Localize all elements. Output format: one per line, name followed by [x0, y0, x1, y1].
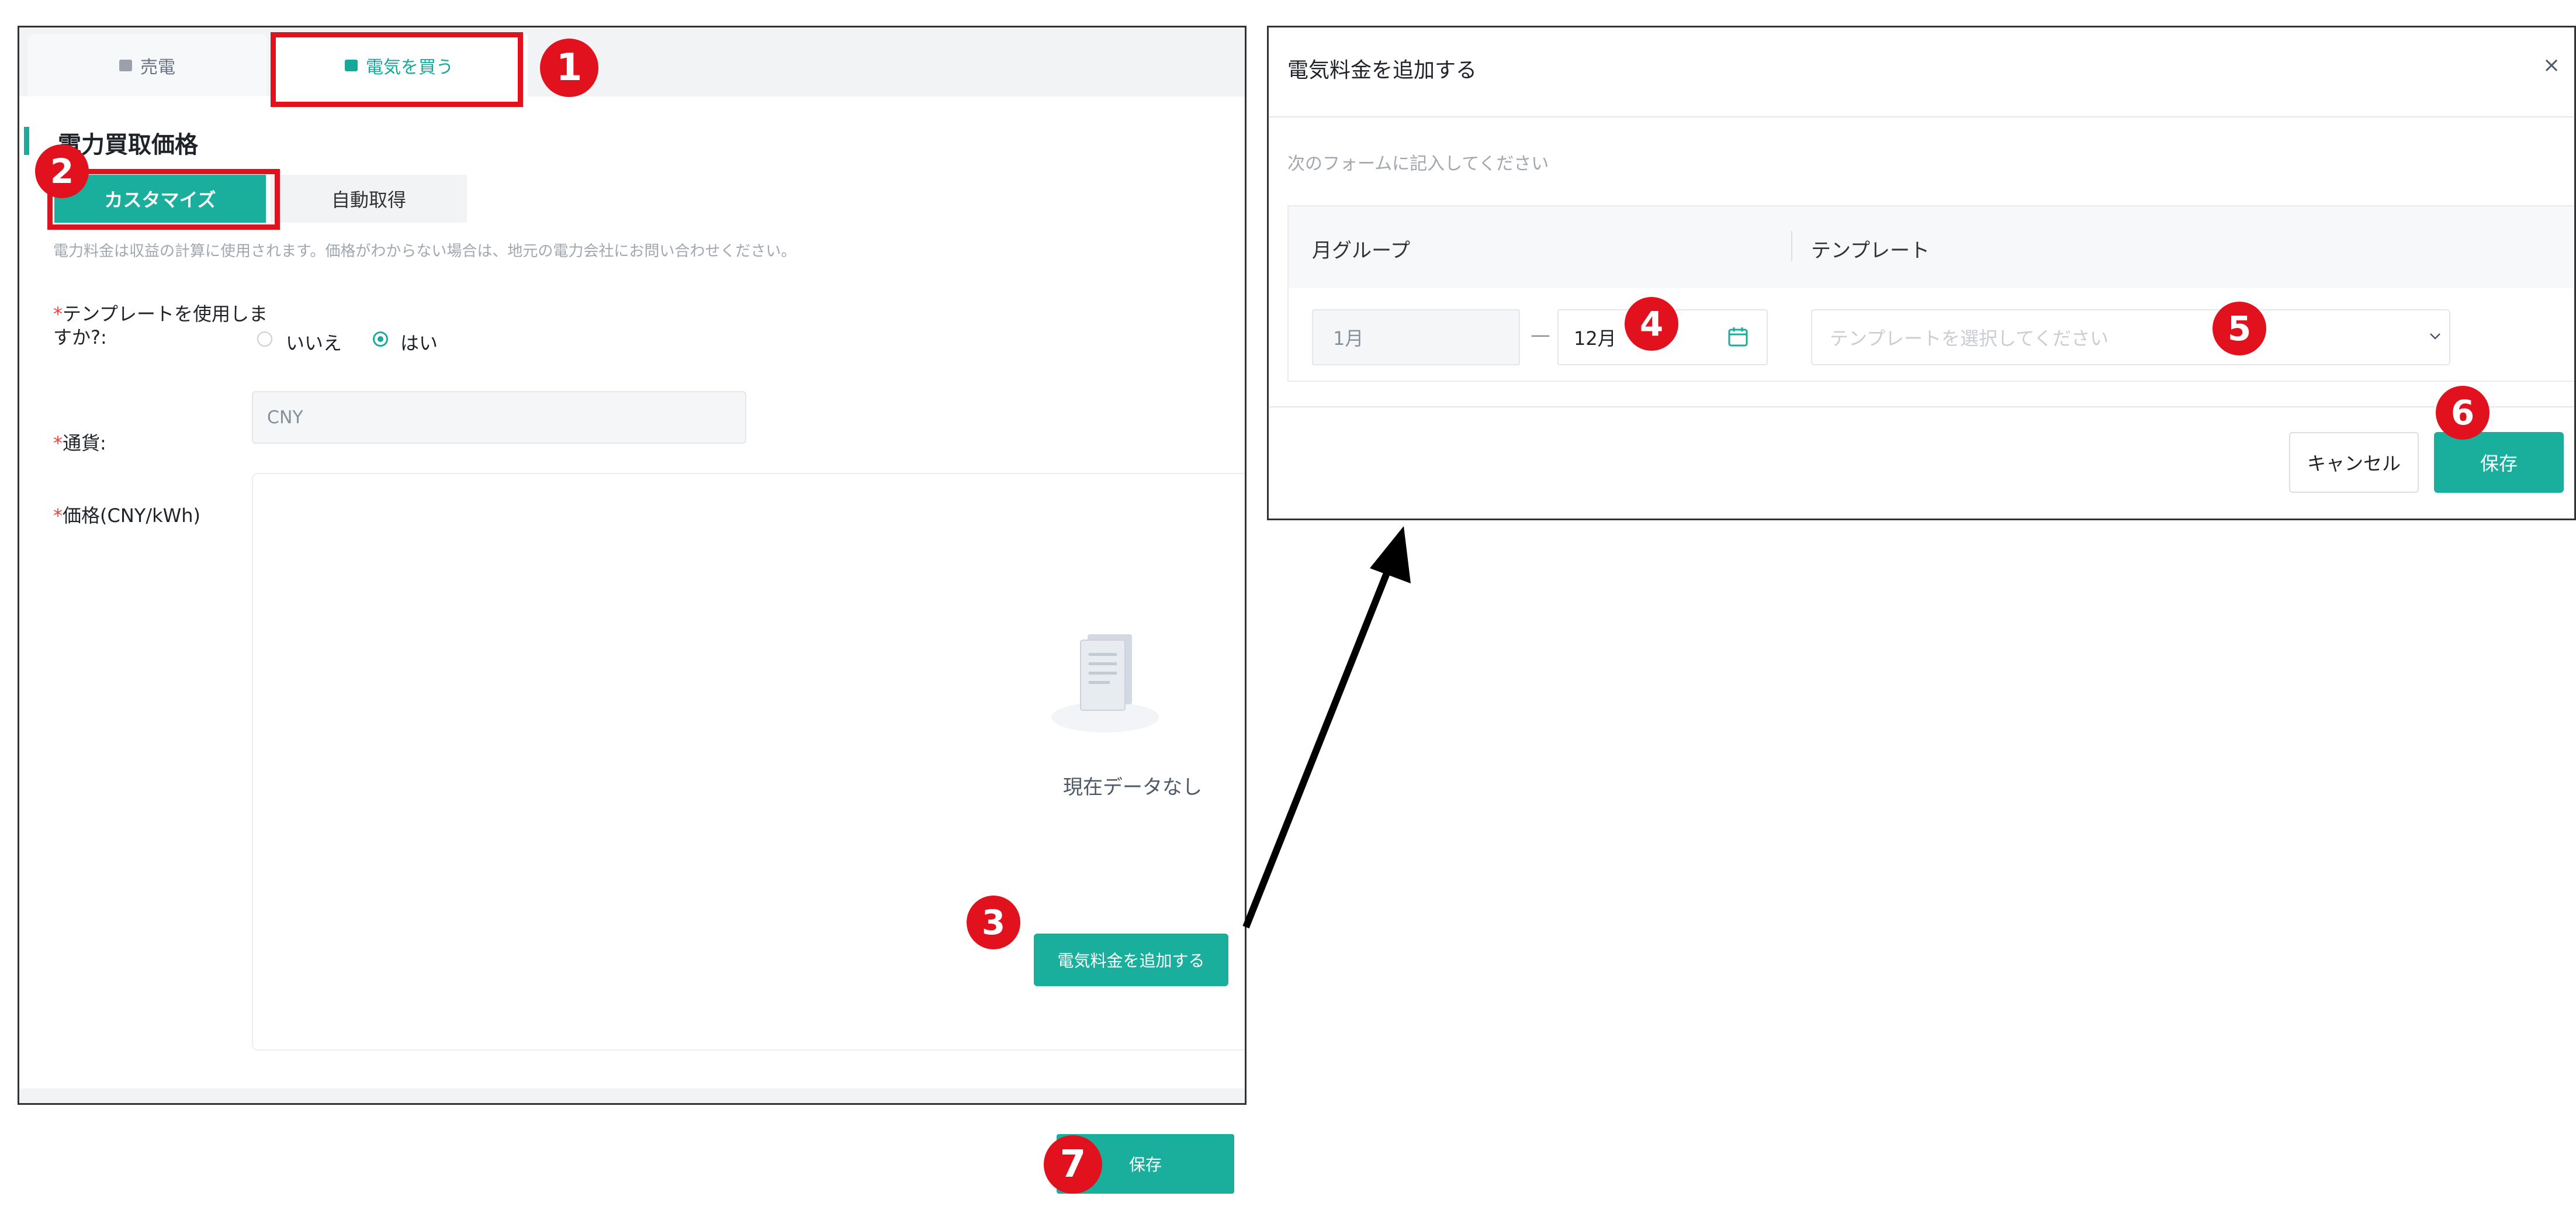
column-separator	[1791, 231, 1792, 261]
column-month-group: 月グループ	[1312, 239, 1410, 262]
use-template-label: *テンプレートを使用しますか?:	[53, 302, 275, 349]
month-range-dash: —	[1531, 323, 1550, 347]
dialog-title: 電気料金を追加する	[1287, 58, 1477, 82]
cancel-button[interactable]: キャンセル	[2289, 432, 2419, 493]
step-marker-3: 3	[967, 896, 1020, 949]
price-hint-text: 電力料金は収益の計算に使用されます。価格がわからない場合は、地元の電力会社にお問…	[53, 243, 797, 260]
step-marker-5: 5	[2213, 302, 2266, 355]
add-electricity-fee-button[interactable]: 電気料金を追加する	[1034, 934, 1228, 986]
radio-no[interactable]	[257, 331, 272, 347]
currency-input[interactable]: CNY	[252, 391, 746, 444]
highlight-box-buy-tab	[271, 32, 523, 107]
month-template-table: 月グループ テンプレート 1月 — 12月 テンプレートを選択してください	[1287, 205, 2574, 382]
auto-fetch-button[interactable]: 自動取得	[271, 175, 467, 223]
close-icon[interactable]: ×	[2543, 53, 2560, 77]
step-marker-4: 4	[1625, 297, 1678, 351]
energy-settings-panel: 売電 電気を買う 電力買取価格 カスタマイズ 自動取得 電力料金は収益の計算に使…	[18, 26, 1247, 1105]
dialog-save-button[interactable]: 保存	[2434, 432, 2564, 493]
step-marker-2: 2	[35, 144, 89, 198]
radio-yes-label[interactable]: はい	[400, 329, 438, 355]
chevron-down-icon[interactable]	[2428, 331, 2442, 341]
currency-label: *通貨:	[53, 428, 106, 455]
required-mark: *	[53, 504, 63, 527]
dialog-subtitle: 次のフォームに記入してください	[1287, 154, 1549, 174]
step-marker-7: 7	[1044, 1135, 1102, 1194]
tab-sell-label: 売電	[140, 57, 175, 78]
radio-no-label[interactable]: いいえ	[286, 329, 342, 355]
solar-panel-icon	[119, 60, 132, 71]
tab-sell-electricity[interactable]: 売電	[27, 34, 267, 96]
month-start-field: 1月	[1312, 309, 1520, 365]
empty-document-icon	[1051, 634, 1159, 732]
step-marker-1: 1	[540, 39, 598, 97]
empty-state-text: 現在データなし	[1063, 776, 1202, 799]
step-marker-6: 6	[2436, 386, 2490, 440]
table-header: 月グループ テンプレート	[1289, 206, 2574, 288]
use-template-label-text: テンプレートを使用しますか?:	[53, 303, 268, 348]
template-select[interactable]: テンプレートを選択してください	[1811, 309, 2450, 365]
required-mark: *	[53, 432, 63, 454]
dialog-header-divider	[1269, 116, 2574, 117]
add-fee-dialog: 電気料金を追加する × 次のフォームに記入してください 月グループ テンプレート…	[1267, 26, 2576, 520]
section-accent-bar	[24, 127, 29, 155]
panel-footer-strip	[19, 1088, 1245, 1103]
currency-label-text: 通貨:	[63, 432, 106, 454]
dialog-footer-divider	[1269, 406, 2574, 407]
column-template: テンプレート	[1811, 239, 1930, 262]
calendar-icon[interactable]	[1727, 326, 1749, 348]
radio-yes[interactable]	[373, 331, 388, 347]
required-mark: *	[53, 303, 63, 325]
price-label-text: 価格(CNY/kWh)	[63, 504, 201, 527]
price-label: *価格(CNY/kWh)	[53, 501, 200, 528]
